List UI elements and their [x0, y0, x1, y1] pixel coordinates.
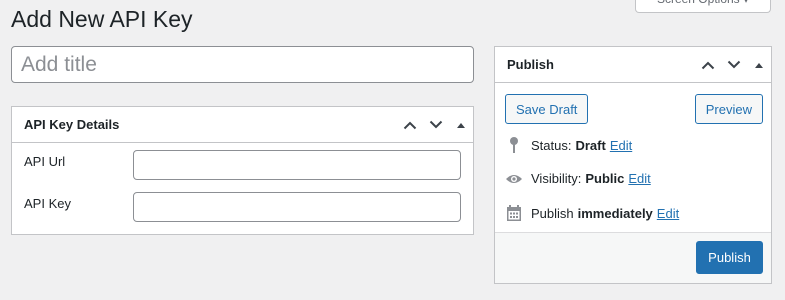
preview-button[interactable]: Preview	[694, 94, 763, 124]
save-draft-button[interactable]: Save Draft	[505, 94, 589, 124]
publish-handle-actions	[695, 47, 771, 82]
publish-move-up-button[interactable]	[695, 47, 721, 83]
move-down-button[interactable]	[423, 107, 449, 143]
api-key-label: API Key	[24, 196, 71, 211]
toggle-panel-button[interactable]	[449, 107, 473, 143]
triangle-up-icon	[755, 62, 763, 68]
pin-icon	[503, 136, 525, 154]
api-url-label: API Url	[24, 154, 66, 169]
status-value: Draft	[575, 137, 606, 153]
screen-options-tab[interactable]: Screen Options ▾	[635, 0, 771, 13]
publish-header: Publish	[495, 47, 771, 83]
eye-icon	[503, 173, 525, 185]
status-row: Status: Draft Edit	[503, 136, 632, 154]
chevron-down-icon	[429, 120, 443, 128]
api-box-handle-actions	[397, 107, 473, 142]
publish-actions-bar: Publish	[495, 232, 771, 283]
chevron-up-icon	[701, 61, 715, 69]
visibility-edit-link[interactable]: Edit	[628, 171, 650, 186]
chevron-down-icon	[727, 60, 741, 68]
publish-box: Publish Save Draft Preview Status: Draft…	[494, 46, 772, 284]
api-key-input[interactable]	[133, 192, 461, 222]
publish-button[interactable]: Publish	[696, 241, 763, 274]
visibility-value: Public	[585, 171, 625, 186]
visibility-row: Visibility: Public Edit	[503, 171, 651, 186]
triangle-up-icon	[457, 122, 465, 128]
api-key-details-title: API Key Details	[24, 117, 120, 132]
page-title: Add New API Key	[11, 6, 193, 32]
publish-box-title: Publish	[507, 57, 554, 72]
api-key-details-box: API Key Details API Url API Key	[11, 106, 474, 235]
schedule-row: Publish immediately Edit	[503, 204, 679, 222]
calendar-icon	[503, 204, 525, 222]
publish-move-down-button[interactable]	[721, 47, 747, 83]
publish-toggle-panel-button[interactable]	[747, 47, 771, 83]
schedule-edit-link[interactable]: Edit	[657, 206, 679, 221]
chevron-up-icon	[403, 121, 417, 129]
schedule-label: Publish	[531, 205, 574, 221]
visibility-label: Visibility:	[531, 171, 582, 186]
status-edit-link[interactable]: Edit	[610, 138, 632, 153]
title-input[interactable]	[11, 46, 474, 83]
status-label: Status:	[531, 137, 572, 153]
move-up-button[interactable]	[397, 107, 423, 143]
api-key-details-header: API Key Details	[12, 107, 473, 143]
api-url-input[interactable]	[133, 150, 461, 180]
schedule-value: immediately	[577, 205, 653, 221]
